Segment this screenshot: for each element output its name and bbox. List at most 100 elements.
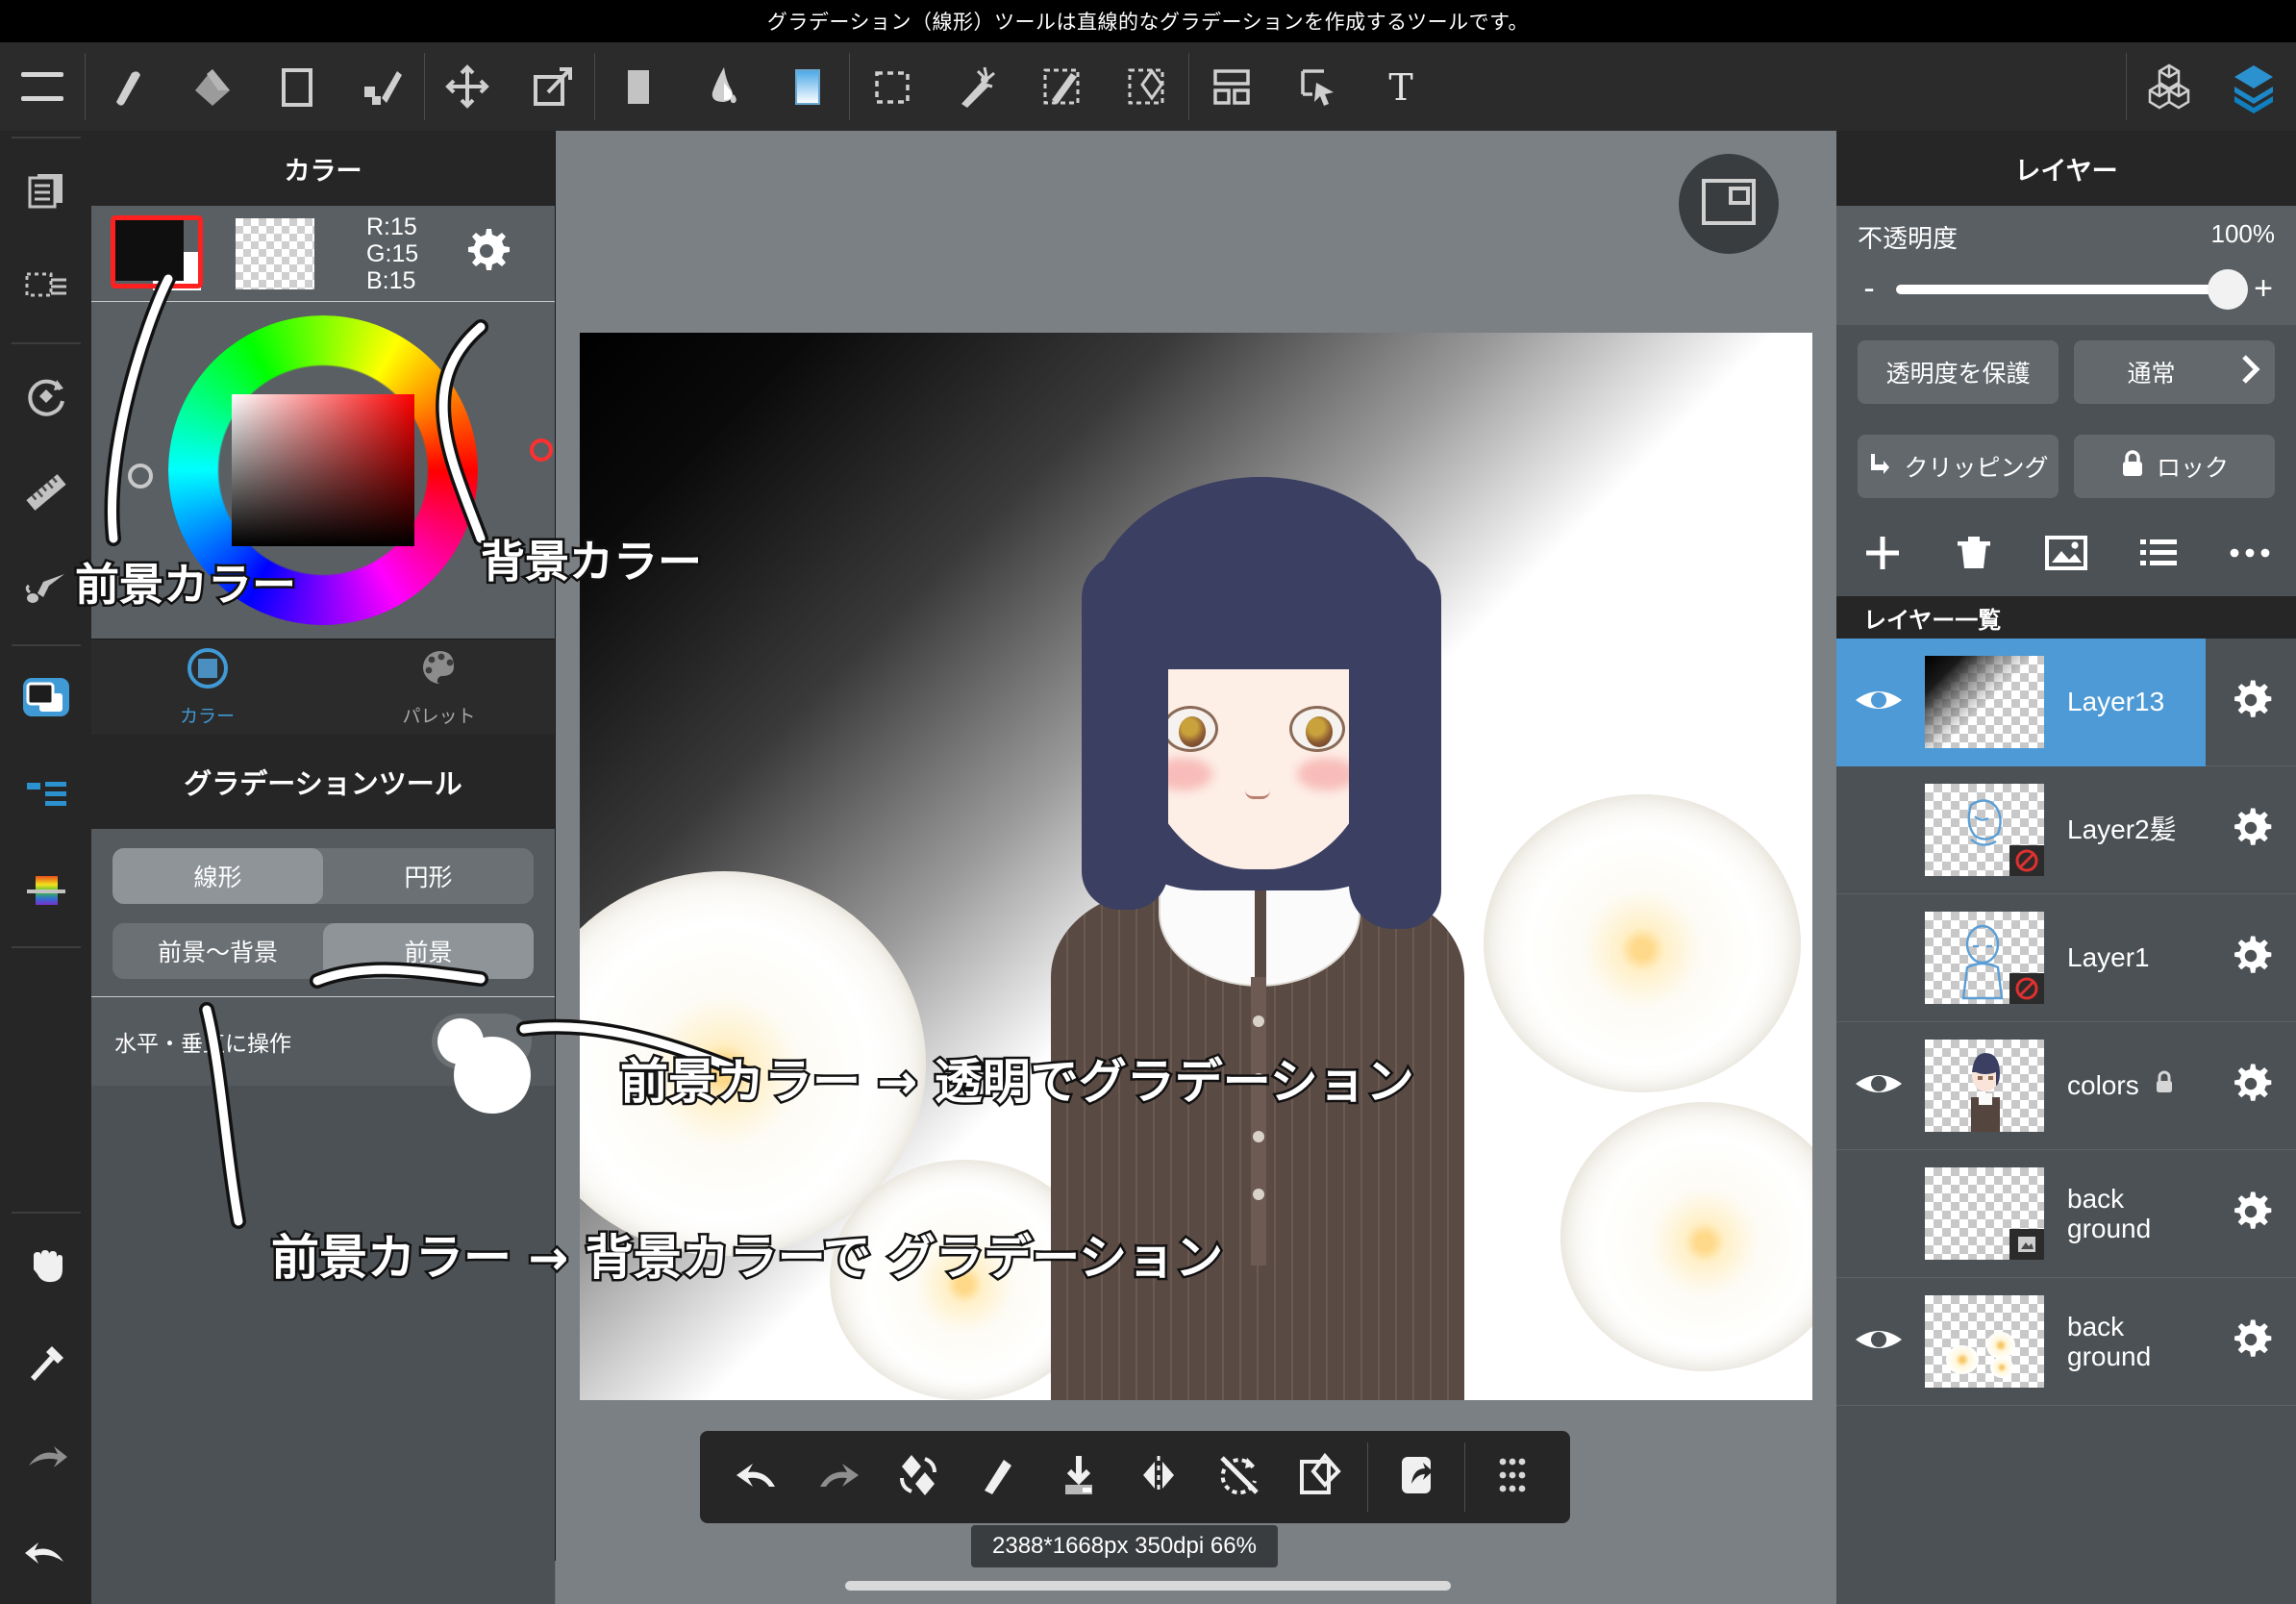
move-tool[interactable] — [425, 42, 510, 131]
selection-menu-button[interactable] — [0, 240, 91, 337]
table-row[interactable]: back ground — [1836, 1150, 2296, 1278]
import-image-button[interactable] — [2033, 521, 2100, 589]
brush-tool[interactable] — [86, 42, 170, 131]
top-toolbar: T — [0, 42, 2296, 131]
rect-select-tool[interactable] — [850, 42, 935, 131]
table-row[interactable]: Layer13 — [1836, 638, 2296, 766]
fill-rect-tool[interactable] — [595, 42, 680, 131]
layer-settings-button[interactable] — [2206, 894, 2296, 1022]
layer-name-cell[interactable]: colors — [2048, 1022, 2206, 1150]
layer-name: Layer13 — [2067, 687, 2165, 717]
gradient-color-fg-to-bg[interactable]: 前景～背景 — [112, 923, 323, 979]
layer-name-cell[interactable]: back ground — [2048, 1150, 2206, 1278]
protect-alpha-button[interactable]: 透明度を保護 — [1858, 340, 2059, 404]
file-menu-button[interactable] — [0, 144, 91, 240]
left-tool-rail — [0, 131, 91, 1604]
layer-settings-button[interactable] — [2206, 1278, 2296, 1406]
grid-handle-button[interactable] — [1473, 1431, 1554, 1523]
foreground-color-swatch[interactable] — [111, 214, 211, 292]
rotate-off-button[interactable] — [1199, 1431, 1280, 1523]
download-button[interactable] — [1038, 1431, 1119, 1523]
layer-settings-button[interactable] — [2206, 1022, 2296, 1150]
redo-button[interactable] — [0, 1412, 91, 1508]
text-tool[interactable]: T — [1359, 42, 1443, 131]
layer-name-cell[interactable]: Layer2髪 — [2048, 766, 2206, 894]
transform-tool[interactable] — [510, 42, 594, 131]
blur-tool[interactable] — [339, 42, 424, 131]
tab-color[interactable]: カラー — [91, 639, 323, 735]
add-shape-button[interactable] — [1280, 1431, 1360, 1523]
share-button[interactable] — [1376, 1431, 1457, 1523]
redo-button[interactable] — [798, 1431, 879, 1523]
layer-list-button[interactable] — [2125, 521, 2192, 589]
layer-settings-button[interactable] — [2206, 766, 2296, 894]
layer-name-cell[interactable]: Layer1 — [2048, 894, 2206, 1022]
add-layer-button[interactable] — [1849, 521, 1916, 589]
material-tool[interactable] — [1189, 42, 1274, 131]
color-wheel-area[interactable] — [91, 302, 555, 639]
opacity-slider[interactable] — [1896, 268, 2248, 310]
layers-toggle-button[interactable] — [2211, 42, 2296, 131]
table-row[interactable]: back ground — [1836, 1278, 2296, 1406]
saturation-value-square[interactable] — [232, 394, 414, 546]
select-pen-tool[interactable] — [1019, 42, 1104, 131]
gradient-shape-linear[interactable]: 線形 — [112, 848, 323, 904]
pen-button[interactable] — [959, 1431, 1039, 1523]
select-shape-tool[interactable] — [1104, 42, 1188, 131]
image-icon — [2044, 534, 2088, 577]
hand-tool-button[interactable] — [0, 1219, 91, 1316]
table-row[interactable]: Layer2髪 — [1836, 766, 2296, 894]
gradient-tool[interactable] — [764, 42, 849, 131]
magic-wand-tool[interactable] — [935, 42, 1019, 131]
picture-in-picture-button[interactable] — [1679, 154, 1779, 254]
rotate-disabled-icon — [1214, 1450, 1264, 1505]
shape-tool[interactable] — [255, 42, 339, 131]
gradient-shape-radial[interactable]: 円形 — [323, 848, 534, 904]
blend-mode-button[interactable]: 通常 — [2074, 340, 2275, 404]
opacity-slider-knob[interactable] — [2208, 268, 2248, 310]
transform-menu-button[interactable] — [0, 350, 91, 446]
clipping-button[interactable]: クリッピング — [1858, 435, 2059, 498]
object-select-tool[interactable] — [1274, 42, 1359, 131]
delete-layer-button[interactable] — [1940, 521, 2008, 589]
hamburger-menu-button[interactable] — [0, 42, 85, 131]
color-panel: カラー R:15 G:15 B:15 カラー パレット グラデーションツール 線… — [91, 131, 556, 1604]
layer-name-cell[interactable]: Layer13 — [2048, 638, 2206, 766]
color-panel-button[interactable] — [0, 652, 91, 748]
layer-visibility-toggle[interactable] — [1836, 1150, 1921, 1278]
table-row[interactable]: colors — [1836, 1022, 2296, 1150]
flip-shape-button[interactable] — [878, 1431, 959, 1523]
layer-visibility-toggle[interactable] — [1836, 1278, 1921, 1406]
undo-button[interactable] — [0, 1508, 91, 1604]
more-options-button[interactable] — [2216, 521, 2284, 589]
layer-visibility-toggle[interactable] — [1836, 894, 1921, 1022]
layer-visibility-toggle[interactable] — [1836, 638, 1921, 766]
bucket-tool[interactable] — [680, 42, 764, 131]
opacity-increase-button[interactable]: + — [2252, 270, 2275, 308]
mirror-button[interactable] — [1119, 1431, 1200, 1523]
palette-bar-button[interactable] — [0, 844, 91, 940]
eraser-tool[interactable] — [170, 42, 255, 131]
layer-settings-button[interactable] — [2206, 639, 2296, 766]
background-color-swatch[interactable] — [236, 217, 314, 289]
opacity-decrease-button[interactable]: - — [1858, 270, 1881, 308]
artboard[interactable] — [580, 333, 1812, 1400]
filter-button[interactable] — [0, 542, 91, 639]
3d-model-button[interactable] — [2127, 42, 2211, 131]
gradient-color-fg[interactable]: 前景 — [323, 923, 534, 979]
layer-visibility-toggle[interactable] — [1836, 766, 1921, 894]
table-row[interactable]: Layer1 — [1836, 894, 2296, 1022]
layer-settings-button[interactable] — [2206, 1150, 2296, 1278]
layer-thumbnail-cell — [1921, 1022, 2048, 1150]
undo-button[interactable] — [717, 1431, 798, 1523]
eyedropper-button[interactable] — [0, 1316, 91, 1412]
layer-name-cell[interactable]: back ground — [2048, 1278, 2206, 1406]
axis-snap-toggle[interactable] — [432, 1014, 532, 1069]
layer-visibility-toggle[interactable] — [1836, 1022, 1921, 1150]
ruler-button[interactable] — [0, 446, 91, 542]
brush-list-button[interactable] — [0, 748, 91, 844]
canvas-area[interactable] — [556, 131, 1836, 1604]
lock-button[interactable]: ロック — [2074, 435, 2275, 498]
color-settings-button[interactable] — [461, 225, 512, 282]
tab-palette[interactable]: パレット — [323, 639, 555, 735]
